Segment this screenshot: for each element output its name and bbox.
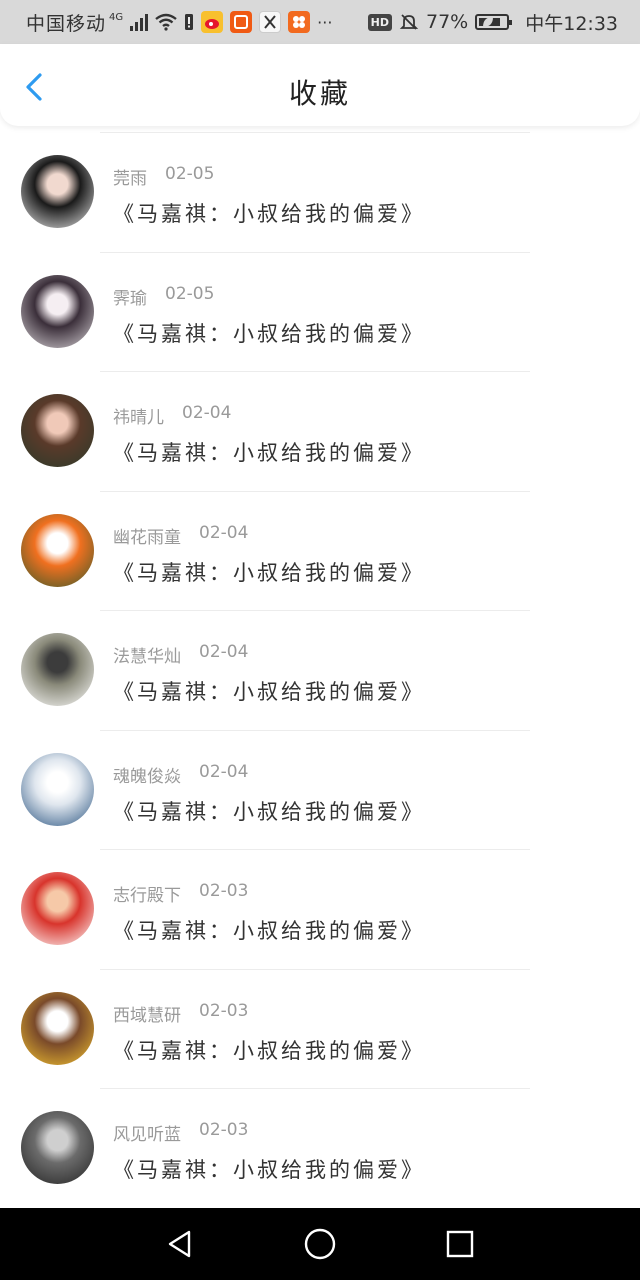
favorite-title[interactable]: 《马嘉祺：小叔给我的偏爱》 bbox=[113, 198, 425, 228]
favorite-title[interactable]: 《马嘉祺：小叔给我的偏爱》 bbox=[113, 915, 425, 945]
user-name[interactable]: 法慧华灿 bbox=[113, 642, 181, 667]
wifi-icon bbox=[155, 13, 177, 31]
favorite-date: 02-04 bbox=[199, 761, 249, 782]
list-divider bbox=[100, 490, 530, 492]
circle-home-icon[interactable] bbox=[298, 1222, 342, 1266]
favorite-item[interactable]: 西域慧研 02-03 《马嘉祺：小叔给我的偏爱》 bbox=[0, 968, 640, 1089]
system-nav-bar bbox=[0, 1208, 640, 1280]
favorite-title[interactable]: 《马嘉祺：小叔给我的偏爱》 bbox=[113, 437, 425, 467]
item-meta: 魂魄俊焱 02-04 bbox=[113, 762, 248, 787]
favorites-list: 莞雨 02-05 《马嘉祺：小叔给我的偏爱》 霁瑜 02-05 《马嘉祺：小叔给我的偏爱》… bbox=[0, 132, 640, 1208]
list-divider bbox=[100, 132, 530, 133]
more-notifications: ··· bbox=[317, 12, 333, 32]
weibo-icon bbox=[201, 11, 224, 33]
favorite-title[interactable]: 《马嘉祺：小叔给我的偏爱》 bbox=[113, 318, 425, 348]
avatar[interactable] bbox=[21, 155, 94, 228]
avatar[interactable] bbox=[21, 274, 94, 348]
favorite-item[interactable]: 莞雨 02-05 《马嘉祺：小叔给我的偏爱》 bbox=[0, 132, 640, 252]
favorite-item[interactable]: 风见听蓝 02-03 《马嘉祺：小叔给我的偏爱》 bbox=[0, 1088, 640, 1208]
user-name[interactable]: 魂魄俊焱 bbox=[113, 762, 181, 787]
favorite-title[interactable]: 《马嘉祺：小叔给我的偏爱》 bbox=[113, 1154, 425, 1184]
favorite-date: 02-05 bbox=[165, 283, 215, 304]
item-meta: 祎晴儿 02-04 bbox=[113, 403, 231, 428]
network-type: 4G bbox=[109, 11, 124, 23]
favorite-title[interactable]: 《马嘉祺：小叔给我的偏爱》 bbox=[113, 676, 425, 706]
avatar[interactable] bbox=[21, 991, 94, 1065]
favorite-item[interactable]: 霁瑜 02-05 《马嘉祺：小叔给我的偏爱》 bbox=[0, 251, 640, 372]
list-divider bbox=[100, 729, 530, 731]
item-meta: 风见听蓝 02-03 bbox=[113, 1120, 248, 1145]
list-divider bbox=[100, 371, 530, 372]
avatar[interactable] bbox=[21, 872, 94, 945]
user-name[interactable]: 莞雨 bbox=[113, 164, 147, 189]
favorite-date: 02-04 bbox=[182, 403, 232, 423]
user-name[interactable]: 西域慧研 bbox=[113, 1001, 181, 1026]
leaf-icon bbox=[483, 17, 494, 27]
favorite-item[interactable]: 志行殿下 02-03 《马嘉祺：小叔给我的偏爱》 bbox=[0, 849, 640, 969]
avatar[interactable] bbox=[21, 394, 94, 467]
battery-percent: 77% bbox=[426, 11, 469, 33]
item-meta: 霁瑜 02-05 bbox=[113, 284, 214, 309]
favorite-date: 02-03 bbox=[199, 1000, 249, 1021]
signal-icon bbox=[130, 13, 149, 31]
user-name[interactable]: 志行殿下 bbox=[113, 881, 181, 906]
square-recents-icon[interactable] bbox=[438, 1222, 482, 1266]
favorite-title[interactable]: 《马嘉祺：小叔给我的偏爱》 bbox=[113, 1035, 425, 1065]
list-divider bbox=[100, 968, 530, 970]
status-bar-left: 中国移动 4G ··· bbox=[26, 9, 332, 36]
avatar[interactable] bbox=[21, 1111, 94, 1184]
list-divider bbox=[100, 251, 530, 253]
user-name[interactable]: 祎晴儿 bbox=[113, 403, 164, 428]
favorite-title[interactable]: 《马嘉祺：小叔给我的偏爱》 bbox=[113, 557, 425, 587]
favorite-date: 02-05 bbox=[165, 164, 215, 184]
status-bar: 中国移动 4G ··· HD 77% 中午12:33 bbox=[0, 0, 640, 44]
avatar[interactable] bbox=[21, 513, 94, 587]
avatar[interactable] bbox=[21, 633, 94, 706]
user-name[interactable]: 霁瑜 bbox=[113, 284, 147, 309]
app-icon bbox=[259, 11, 282, 33]
list-divider bbox=[100, 849, 530, 850]
mute-icon bbox=[399, 14, 419, 30]
item-meta: 志行殿下 02-03 bbox=[113, 881, 248, 906]
hd-icon: HD bbox=[367, 13, 392, 31]
app-icon bbox=[288, 11, 311, 33]
item-meta: 法慧华灿 02-04 bbox=[113, 642, 248, 667]
favorite-date: 02-04 bbox=[199, 642, 249, 662]
favorite-item[interactable]: 法慧华灿 02-04 《马嘉祺：小叔给我的偏爱》 bbox=[0, 610, 640, 730]
avatar[interactable] bbox=[21, 752, 94, 826]
carrier-label: 中国移动 bbox=[26, 12, 107, 35]
favorite-date: 02-03 bbox=[199, 1120, 249, 1140]
favorite-item[interactable]: 魂魄俊焱 02-04 《马嘉祺：小叔给我的偏爱》 bbox=[0, 729, 640, 850]
favorite-item[interactable]: 幽花雨童 02-04 《马嘉祺：小叔给我的偏爱》 bbox=[0, 490, 640, 611]
list-divider bbox=[100, 1088, 530, 1089]
sim-alert-icon bbox=[185, 14, 194, 30]
list-divider bbox=[100, 610, 530, 611]
favorite-date: 02-03 bbox=[199, 881, 249, 901]
page-title: 收藏 bbox=[288, 77, 351, 110]
taobao-icon bbox=[230, 11, 253, 33]
clock: 中午12:33 bbox=[525, 12, 618, 35]
app-header: 收藏 bbox=[0, 44, 640, 126]
favorite-item[interactable]: 祎晴儿 02-04 《马嘉祺：小叔给我的偏爱》 bbox=[0, 371, 640, 491]
item-meta: 幽花雨童 02-04 bbox=[113, 523, 248, 548]
triangle-back-icon[interactable] bbox=[158, 1222, 202, 1266]
user-name[interactable]: 幽花雨童 bbox=[113, 523, 181, 548]
status-bar-right: HD 77% 中午12:33 bbox=[367, 9, 618, 36]
item-meta: 莞雨 02-05 bbox=[113, 164, 214, 189]
item-meta: 西域慧研 02-03 bbox=[113, 1001, 248, 1026]
favorite-date: 02-04 bbox=[199, 522, 249, 543]
user-name[interactable]: 风见听蓝 bbox=[113, 1120, 181, 1145]
favorite-title[interactable]: 《马嘉祺：小叔给我的偏爱》 bbox=[113, 796, 425, 826]
